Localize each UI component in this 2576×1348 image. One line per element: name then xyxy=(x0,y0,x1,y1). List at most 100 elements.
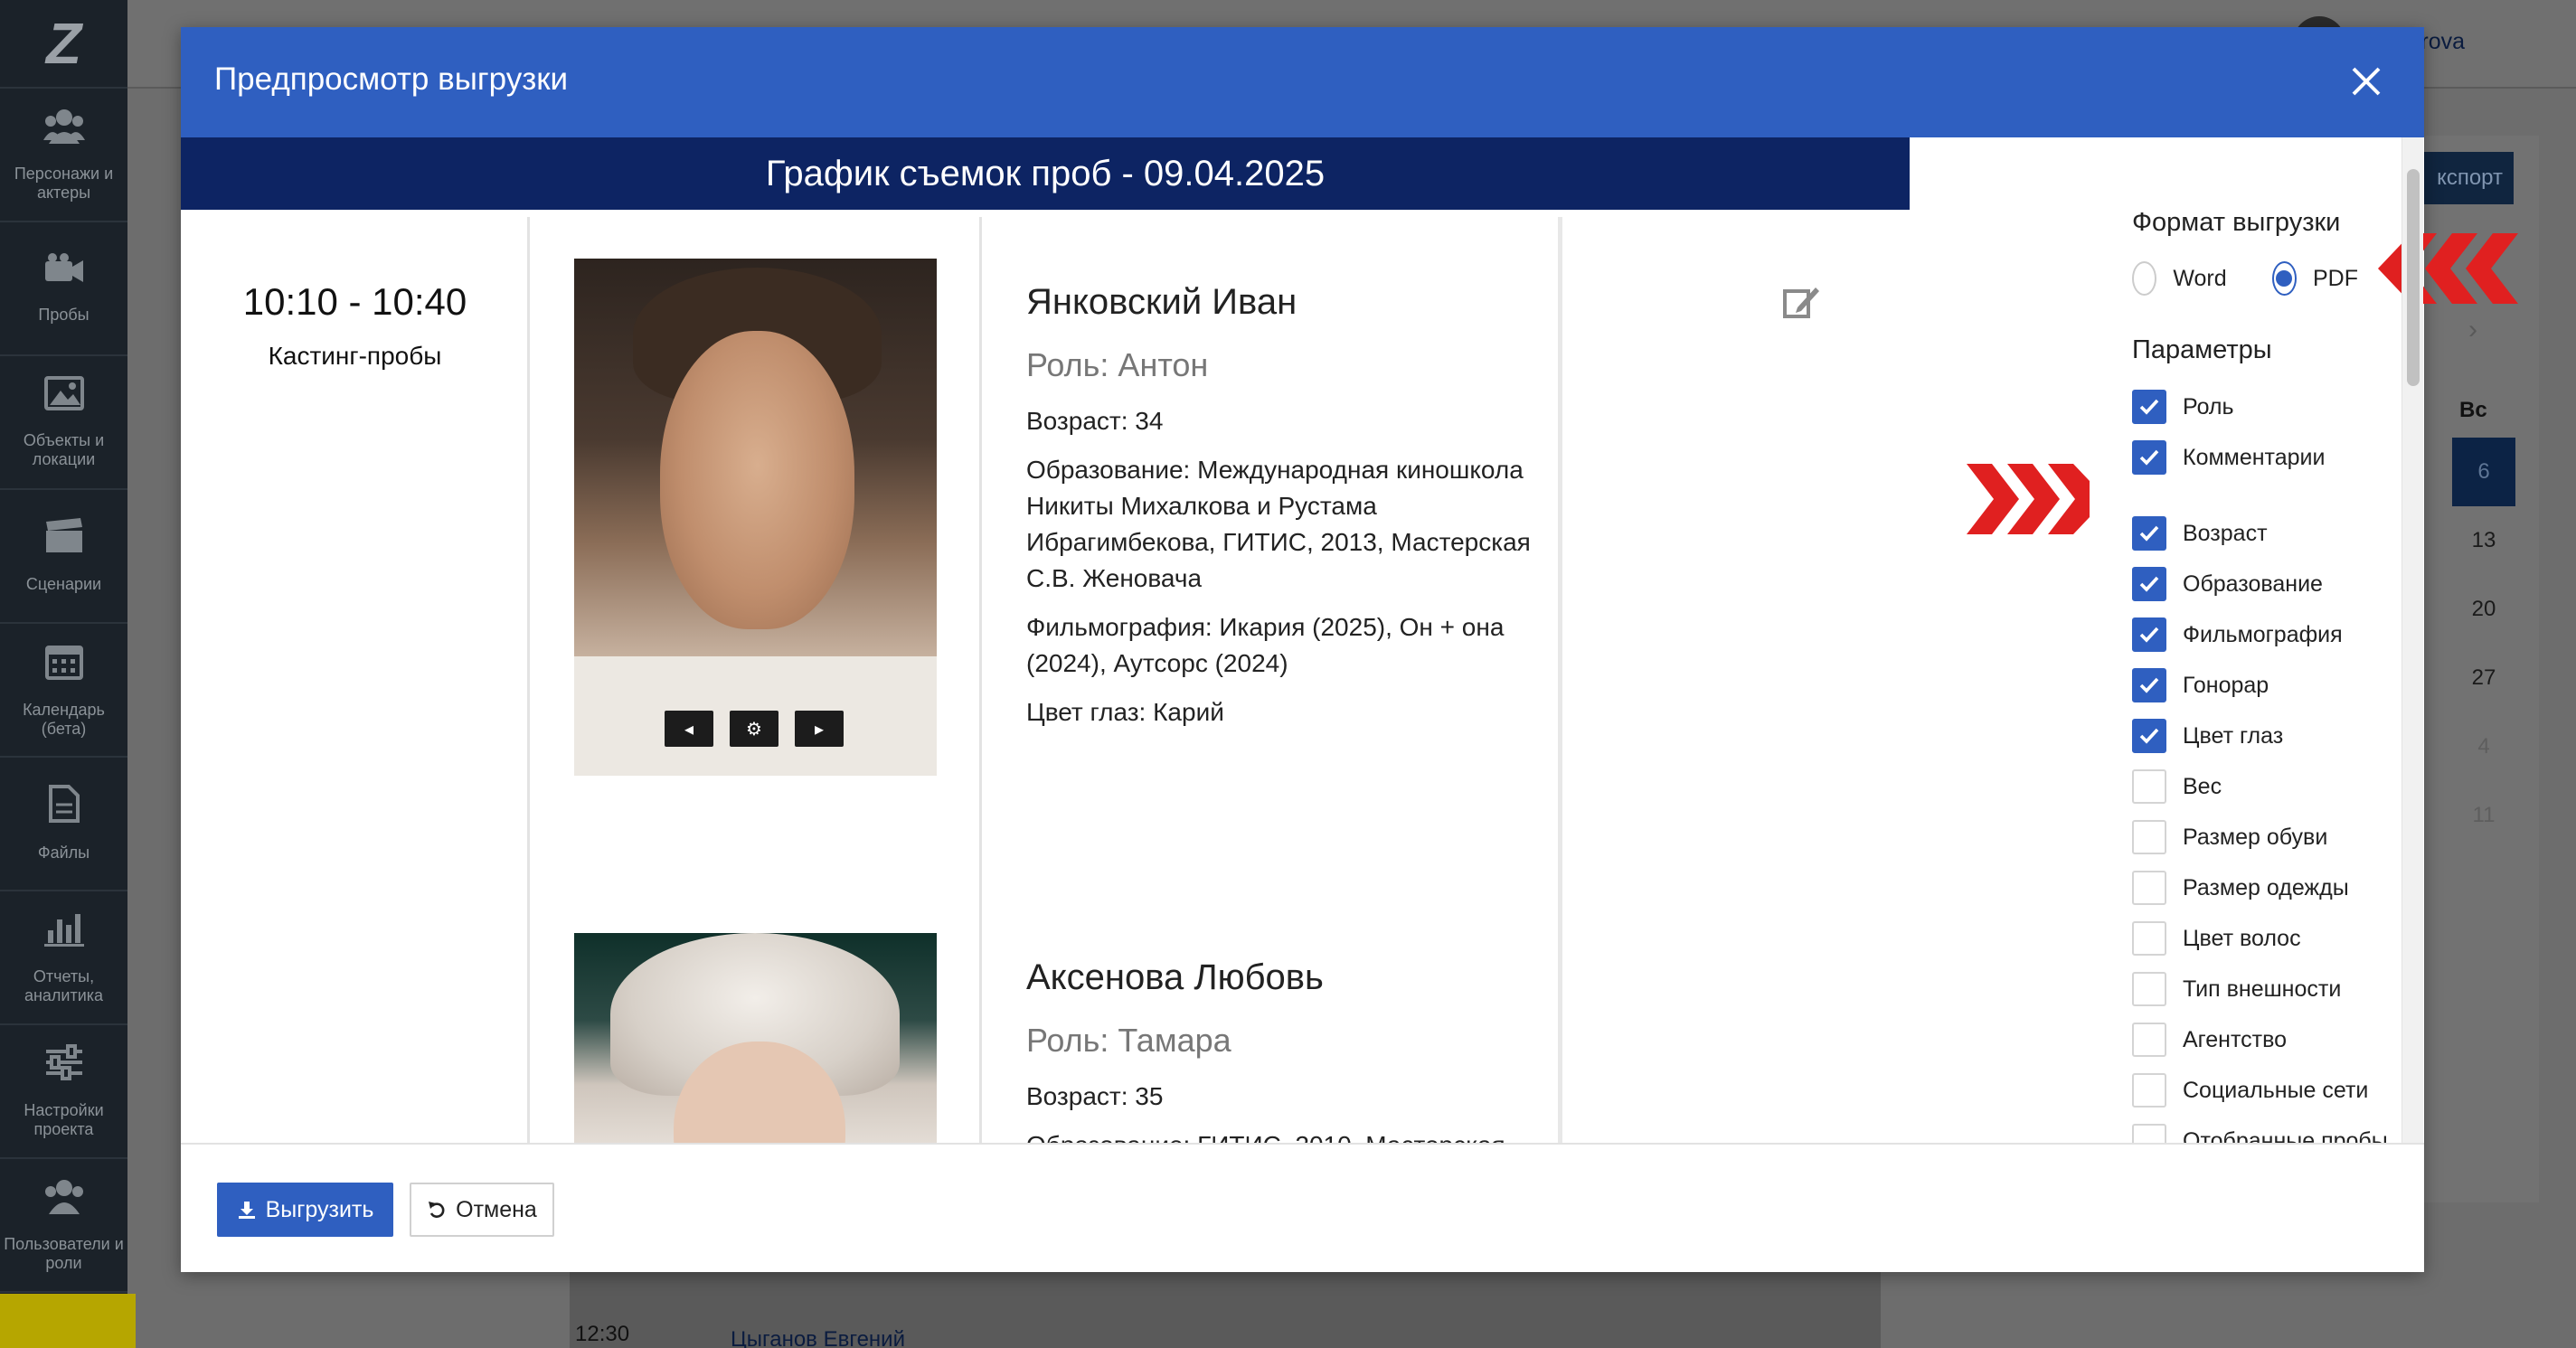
document-title: График съемок проб - 09.04.2025 xyxy=(181,137,1910,210)
param-checkbox[interactable] xyxy=(2132,972,2166,1006)
sidebar-item-label: Отчеты, аналитика xyxy=(24,966,104,1004)
sidebar-item-users[interactable]: Пользователи и роли xyxy=(0,1159,127,1293)
scrollbar-thumb[interactable] xyxy=(2407,169,2420,386)
sidebar-item-reports[interactable]: Отчеты, аналитика xyxy=(0,891,127,1025)
param-row[interactable]: Социальные сети xyxy=(2132,1065,2403,1116)
param-row[interactable]: Гонорар xyxy=(2132,660,2403,711)
cancel-button-label: Отмена xyxy=(456,1196,537,1222)
param-label[interactable]: Социальные сети xyxy=(2183,1078,2368,1104)
param-row[interactable]: Размер обуви xyxy=(2132,812,2403,863)
param-row[interactable]: Размер одежды xyxy=(2132,863,2403,913)
actor-role: Роль: Антон xyxy=(1026,346,1209,383)
edit-icon[interactable] xyxy=(1781,282,1821,322)
background-slot-time: 12:30 xyxy=(575,1322,630,1346)
param-checkbox[interactable] xyxy=(2132,617,2166,652)
param-label[interactable]: Цвет волос xyxy=(2183,926,2301,952)
sidebar-item-label: Пользователи и роли xyxy=(4,1234,124,1272)
param-checkbox[interactable] xyxy=(2132,1073,2166,1108)
sidebar-item-locations[interactable]: Объекты и локации xyxy=(0,356,127,490)
sidebar-item-label: Файлы xyxy=(37,844,90,862)
param-label[interactable]: Тип внешности xyxy=(2183,976,2341,1003)
param-label[interactable]: Гонорар xyxy=(2183,673,2269,699)
param-row[interactable]: Комментарии xyxy=(2132,432,2403,483)
param-label[interactable]: Агентство xyxy=(2183,1027,2287,1053)
column-divider xyxy=(979,217,982,1143)
param-checkbox[interactable] xyxy=(2132,668,2166,702)
app-logo[interactable]: Z xyxy=(0,0,127,89)
param-row[interactable]: Образование xyxy=(2132,559,2403,609)
check-icon xyxy=(2139,677,2159,693)
param-row[interactable]: Тип внешности xyxy=(2132,964,2403,1014)
param-checkbox[interactable] xyxy=(2132,921,2166,956)
modal-title: Предпросмотр выгрузки xyxy=(214,61,569,97)
param-label[interactable]: Вес xyxy=(2183,774,2222,800)
param-checkbox[interactable] xyxy=(2132,390,2166,424)
people-icon xyxy=(42,108,85,152)
param-checkbox[interactable] xyxy=(2132,769,2166,804)
actor-info: Янковский Иван Роль: Антон Возраст: 34 О… xyxy=(1026,280,1533,731)
calendar-day[interactable]: 6 xyxy=(2452,438,2515,506)
export-button[interactable]: Выгрузить xyxy=(217,1183,393,1237)
sidebar-item-settings[interactable]: Настройки проекта xyxy=(0,1025,127,1159)
sidebar-item-characters[interactable]: Персонажи и актеры xyxy=(0,89,127,222)
format-radio-pdf[interactable] xyxy=(2271,261,2297,296)
calendar-day[interactable]: 27 xyxy=(2452,665,2515,691)
param-checkbox[interactable] xyxy=(2132,820,2166,854)
param-label[interactable]: Комментарии xyxy=(2183,445,2325,471)
calendar-next-icon[interactable]: › xyxy=(2468,315,2477,345)
photo-next-button[interactable]: ▸ xyxy=(795,711,844,747)
param-label[interactable]: Фильмография xyxy=(2183,622,2343,648)
photo-prev-button[interactable]: ◂ xyxy=(665,711,713,747)
param-checkbox[interactable] xyxy=(2132,567,2166,601)
document-preview: График съемок проб - 09.04.2025 10:10 - … xyxy=(181,137,2090,1143)
param-row[interactable]: Вес xyxy=(2132,761,2403,812)
sidebar-item-trials[interactable]: Пробы xyxy=(0,222,127,356)
param-checkbox[interactable] xyxy=(2132,871,2166,905)
param-checkbox[interactable] xyxy=(2132,440,2166,475)
calendar-day[interactable]: 11 xyxy=(2452,803,2515,828)
param-row[interactable]: Фильмография xyxy=(2132,609,2403,660)
param-label[interactable]: Роль xyxy=(2183,394,2234,420)
app-sidebar: Z Персонажи и актеры Пробы Объекты и лок… xyxy=(0,0,136,1348)
users-icon xyxy=(43,1178,85,1222)
check-icon xyxy=(2139,525,2159,542)
calendar-day[interactable]: 13 xyxy=(2452,528,2515,553)
param-row[interactable]: Цвет волос xyxy=(2132,913,2403,964)
sidebar-item-scripts[interactable]: Сценарии xyxy=(0,490,127,624)
close-button[interactable] xyxy=(2339,54,2393,108)
param-row[interactable]: Роль xyxy=(2132,382,2403,432)
format-label-pdf[interactable]: PDF xyxy=(2313,266,2358,292)
calendar-day[interactable]: 20 xyxy=(2452,597,2515,622)
file-icon xyxy=(48,785,80,831)
param-row[interactable]: Возраст xyxy=(2132,508,2403,559)
format-label-word[interactable]: Word xyxy=(2173,266,2226,292)
param-label[interactable]: Размер одежды xyxy=(2183,875,2349,901)
param-checkbox[interactable] xyxy=(2132,1023,2166,1057)
calendar-day[interactable]: 4 xyxy=(2452,734,2515,759)
param-label[interactable]: Образование xyxy=(2183,571,2323,598)
format-radio-word[interactable] xyxy=(2132,261,2157,296)
actor-photo xyxy=(574,933,937,1143)
camera-icon xyxy=(43,252,85,293)
actor-education: Образование: ГИТИС, 2010, Мастерская xyxy=(1026,1127,1533,1143)
calendar-weekday: Вс xyxy=(2459,398,2487,422)
sidebar-badge[interactable] xyxy=(0,1294,136,1348)
slot-time: 10:10 - 10:40 xyxy=(242,280,467,323)
param-checkbox[interactable] xyxy=(2132,719,2166,753)
cancel-button[interactable]: Отмена xyxy=(410,1183,554,1237)
param-label[interactable]: Цвет глаз xyxy=(2183,723,2283,749)
param-label[interactable]: Возраст xyxy=(2183,521,2268,547)
photo-settings-button[interactable]: ⚙ xyxy=(730,711,778,747)
check-icon xyxy=(2139,627,2159,643)
export-options-panel: Формат выгрузки Word PDF Параметры Роль К… xyxy=(2132,208,2403,1166)
param-checkbox[interactable] xyxy=(2132,516,2166,551)
options-scrollbar[interactable] xyxy=(2401,137,2423,1143)
param-label[interactable]: Размер обуви xyxy=(2183,825,2327,851)
actor-age: Возраст: 35 xyxy=(1026,1082,1164,1110)
param-row[interactable]: Агентство xyxy=(2132,1014,2403,1065)
param-row[interactable]: Цвет глаз xyxy=(2132,711,2403,761)
actor-name: Янковский Иван xyxy=(1026,282,1297,322)
sidebar-item-calendar[interactable]: Календарь (бета) xyxy=(0,624,127,758)
sidebar-item-files[interactable]: Файлы xyxy=(0,758,127,891)
background-slot-name[interactable]: Цыганов Евгений xyxy=(731,1327,905,1348)
